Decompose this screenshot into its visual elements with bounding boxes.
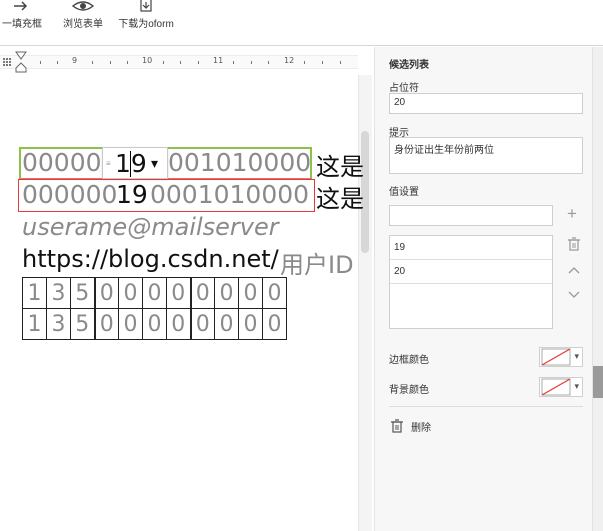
combo-prefix: 00000	[22, 148, 102, 177]
field2-suffix: 0001010000	[150, 180, 310, 209]
comb-cell: 0	[189, 277, 215, 309]
properties-panel: 候选列表 占位符 20 提示 身份证出生年份前两位 值设置 + 19 20 边框…	[374, 47, 592, 531]
no-color-swatch-icon	[541, 348, 571, 366]
ruler-tick	[92, 61, 93, 64]
border-color-select[interactable]: ▾	[539, 347, 583, 367]
chevron-down-icon[interactable]: ▾	[151, 155, 158, 172]
ruler-tick	[322, 61, 323, 64]
email-field-placeholder[interactable]: userame@mailserver	[22, 213, 279, 241]
comb-cell: 0	[142, 308, 167, 340]
fill-frame-label: 一填充框	[2, 19, 42, 30]
option-item[interactable]: 19	[390, 236, 552, 260]
ruler-tick	[268, 61, 269, 64]
arrow-right-icon	[12, 0, 32, 12]
download-oform-label: 下载为oform	[118, 19, 174, 30]
comb-cell: 0	[262, 308, 287, 340]
comb-cell: 1	[22, 308, 47, 340]
panel-scrollbar-track[interactable]	[592, 47, 603, 531]
comb-cell: 3	[46, 277, 71, 309]
comb-cell: 0	[118, 277, 143, 309]
browse-form-label: 浏览表单	[63, 19, 103, 30]
comb-row: 1 3 5 0 0 0 0 0 0 0 0	[22, 308, 287, 340]
border-color-label: 边框颜色	[389, 355, 429, 366]
add-icon[interactable]: +	[567, 204, 577, 224]
comb-cell: 1	[22, 277, 47, 309]
background-color-label: 背景颜色	[389, 385, 429, 396]
url-text[interactable]: https://blog.csdn.net/	[22, 245, 279, 273]
drag-handle-icon[interactable]: ≡	[106, 159, 111, 168]
eye-icon	[72, 0, 94, 12]
placeholder-label: 占位符	[389, 83, 419, 94]
comb-cell: 3	[46, 308, 71, 340]
no-color-swatch-icon	[541, 378, 571, 396]
ruler-tick	[198, 61, 199, 64]
ruler-tick	[127, 61, 128, 64]
ruler-grip-icon	[3, 58, 11, 66]
ruler-label: 11	[213, 56, 224, 65]
chevron-down-icon: ▾	[574, 351, 579, 361]
document-area: 9 10 11 12 00000 ≡ 19 ▾ 001010000 这是 000…	[0, 47, 372, 531]
chevron-down-icon: ▾	[574, 381, 579, 391]
ruler-label: 9	[72, 56, 78, 65]
comb-cell: 0	[118, 308, 143, 340]
comb-cell: 5	[70, 308, 95, 340]
browse-form-button[interactable]: 浏览表单	[58, 0, 108, 46]
comb-cell: 0	[93, 277, 119, 309]
fill-frame-button[interactable]: 一填充框	[0, 0, 44, 46]
combo-dropdown[interactable]: ≡ 19 ▾	[102, 147, 168, 179]
line1-trailing-text: 这是	[316, 153, 364, 181]
chevron-up-icon[interactable]	[567, 265, 581, 275]
comb-cell: 0	[238, 277, 263, 309]
line2-trailing-text: 这是	[316, 185, 364, 213]
option-item[interactable]: 20	[390, 260, 552, 284]
ruler-tick	[304, 61, 305, 64]
download-file-icon	[138, 0, 154, 12]
comb-cell: 0	[166, 277, 191, 309]
value-settings-label: 值设置	[389, 187, 419, 198]
horizontal-ruler: 9 10 11 12	[0, 47, 372, 75]
combo-suffix: 001010000	[168, 148, 312, 177]
trash-icon[interactable]	[567, 236, 581, 252]
ruler-tick	[163, 61, 164, 64]
comb-cell: 0	[93, 308, 119, 340]
panel-scrollbar-thumb[interactable]	[593, 366, 603, 398]
ruler-tick	[233, 61, 234, 64]
trash-icon	[391, 419, 403, 433]
option-list[interactable]: 19 20	[389, 235, 553, 329]
ruler-tick	[57, 61, 58, 64]
comb-row: 1 3 5 0 0 0 0 0 0 0 0	[22, 277, 287, 309]
comb-field-table[interactable]: 1 3 5 0 0 0 0 0 0 0 0 1 3 5 0 0 0 0 0 0 …	[22, 277, 287, 340]
download-oform-button[interactable]: 下载为oform	[114, 0, 178, 46]
text-cursor	[130, 151, 131, 177]
ruler-tick	[180, 61, 181, 64]
comb-cell: 0	[189, 308, 215, 340]
comb-cell: 0	[142, 277, 167, 309]
ruler-tick	[40, 61, 41, 64]
indent-marker-icon[interactable]	[15, 51, 27, 73]
delete-label: 删除	[411, 423, 431, 434]
comb-cell: 0	[166, 308, 191, 340]
ruler-label: 10	[142, 56, 153, 65]
divider	[389, 406, 583, 407]
chevron-down-icon[interactable]	[567, 290, 581, 300]
placeholder-input[interactable]: 20	[389, 93, 583, 114]
hint-textarea[interactable]: 身份证出生年份前两位	[389, 137, 583, 174]
ruler-tick	[340, 61, 341, 64]
ruler-label: 12	[284, 56, 295, 65]
comb-cell: 0	[214, 308, 239, 340]
field2-value: 19	[116, 180, 148, 209]
panel-title: 候选列表	[389, 60, 429, 71]
comb-cell: 5	[70, 277, 95, 309]
ruler-tick	[251, 61, 252, 64]
user-id-placeholder[interactable]: 用户ID	[280, 245, 354, 280]
field2-prefix: 000000	[22, 180, 118, 209]
comb-cell: 0	[262, 277, 287, 309]
background-color-select[interactable]: ▾	[539, 377, 583, 397]
toolbar: 一填充框 浏览表单 下载为oform	[0, 0, 603, 46]
ruler-tick	[110, 61, 111, 64]
delete-button[interactable]: 删除	[391, 417, 451, 435]
comb-cell: 0	[214, 277, 239, 309]
comb-cell: 0	[238, 308, 263, 340]
new-value-input[interactable]	[389, 205, 553, 226]
